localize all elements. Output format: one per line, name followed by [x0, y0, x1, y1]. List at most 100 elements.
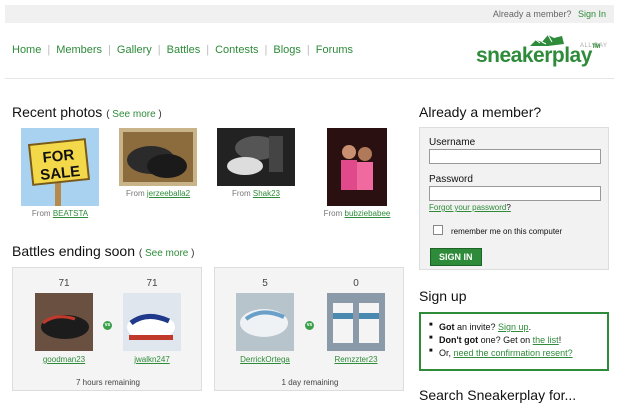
nav-separator: | — [264, 44, 268, 56]
battle-contender-b: 0 Remzzter23 — [319, 278, 393, 364]
recent-photos-heading: Recent photos ( See more ) — [12, 104, 162, 120]
battle-user-link[interactable]: jwalkn247 — [134, 355, 170, 364]
logo-tm: TM — [591, 44, 600, 50]
signup-text: one? Get on — [478, 335, 533, 345]
battles-see-more-link[interactable]: See more — [145, 248, 188, 259]
join-list-link[interactable]: the list — [533, 335, 559, 345]
main-nav: Home | Members | Gallery | Battles | Contest… — [12, 44, 353, 56]
top-bar: Already a member? Sign In — [5, 5, 614, 23]
photo-thumbnail[interactable]: FOR SALE — [21, 128, 99, 206]
login-heading: Already a member? — [419, 104, 542, 120]
photo-thumbnail[interactable] — [327, 128, 387, 206]
photo-user-link[interactable]: jerzeeballa2 — [147, 189, 190, 198]
nav-contests[interactable]: Contests — [215, 44, 258, 56]
recent-see-more-link[interactable]: See more — [112, 109, 155, 120]
photo-thumbnail[interactable] — [217, 128, 295, 186]
signup-line-resend: Or, need the confirmation resent? — [429, 348, 607, 358]
header-divider — [5, 78, 614, 79]
from-label: From — [323, 209, 343, 218]
vote-count: 0 — [353, 278, 359, 289]
vs-icon: vs — [103, 321, 112, 330]
username-input[interactable] — [429, 149, 601, 164]
photo-credit: From jerzeeballa2 — [117, 189, 199, 198]
battle-user-link[interactable]: DerrickOrtega — [240, 355, 290, 364]
signup-end: . — [528, 322, 532, 332]
forgot-qmark: ? — [506, 203, 511, 212]
password-input[interactable] — [429, 186, 601, 201]
photo-thumbnail[interactable] — [119, 128, 197, 186]
battle-user-link[interactable]: Remzzter23 — [334, 355, 377, 364]
from-label: From — [125, 189, 145, 198]
battle-contender-a: 5 DerrickOrtega — [229, 278, 301, 364]
nav-battles[interactable]: Battles — [167, 44, 201, 56]
nav-gallery[interactable]: Gallery — [117, 44, 152, 56]
signup-bold: Don't got — [439, 335, 479, 345]
battle-time-remaining: 7 hours remaining — [75, 378, 141, 387]
battle-contender-a: 71 goodman23 — [33, 278, 95, 364]
battle-user-link[interactable]: goodman23 — [43, 355, 85, 364]
photo-credit: From Shak23 — [216, 189, 296, 198]
sneakerplay-logo[interactable]: ALL DAY sneakerplayTM — [476, 32, 611, 72]
signup-box: Got an invite? Sign up. Don't got one? G… — [419, 312, 609, 371]
battle-card[interactable]: 5 DerrickOrtega vs 0 Remzzter23 1 day re… — [214, 267, 404, 391]
signup-bold: Got — [439, 322, 455, 332]
nav-separator: | — [306, 44, 310, 56]
sign-in-button[interactable]: SIGN IN — [430, 248, 482, 266]
forgot-password-wrap: Forgot your password? — [429, 203, 511, 212]
remember-checkbox[interactable] — [433, 225, 443, 235]
top-signin-link[interactable]: Sign In — [578, 9, 606, 19]
signup-line-list: Don't got one? Get on the list! — [429, 335, 607, 345]
photo-user-link[interactable]: bubziebabee — [345, 209, 391, 218]
battle-card[interactable]: 71 goodman23 vs 71 jwalkn247 7 hours rem… — [12, 267, 202, 391]
signup-link[interactable]: Sign up — [498, 322, 529, 332]
photo-card: From Shak23 — [216, 128, 296, 198]
recent-photos-title: Recent photos — [12, 104, 103, 120]
already-member-text: Already a member? — [492, 9, 572, 19]
signup-text: an invite? — [454, 322, 499, 332]
forgot-password-link[interactable]: Forgot your password — [429, 203, 506, 212]
logo-word: sneakerplay — [476, 44, 592, 67]
from-label: From — [31, 209, 51, 218]
photo-user-link[interactable]: BEATSTA — [53, 209, 88, 218]
nav-forums[interactable]: Forums — [316, 44, 353, 56]
battles-see-more-wrap: ( See more ) — [138, 248, 195, 259]
nav-separator: | — [206, 44, 210, 56]
nav-home[interactable]: Home — [12, 44, 41, 56]
photo-card: From bubziebabee — [318, 128, 396, 218]
resend-confirmation-link[interactable]: need the confirmation resent? — [454, 348, 573, 358]
search-heading: Search Sneakerplay for... — [419, 387, 577, 403]
from-label: From — [231, 189, 251, 198]
nav-separator: | — [108, 44, 111, 56]
vs-icon: vs — [305, 321, 314, 330]
username-label: Username — [429, 137, 476, 148]
battles-title: Battles ending soon — [12, 243, 135, 259]
battle-photo[interactable] — [327, 293, 385, 351]
vote-count: 5 — [262, 278, 268, 289]
vote-count: 71 — [146, 278, 158, 289]
nav-members[interactable]: Members — [56, 44, 102, 56]
battle-time-remaining: 1 day remaining — [281, 378, 339, 387]
battles-heading: Battles ending soon ( See more ) — [12, 243, 194, 259]
vote-count: 71 — [58, 278, 70, 289]
photo-card: From jerzeeballa2 — [117, 128, 199, 198]
login-form: Username Password Forgot your password? … — [419, 127, 609, 270]
battle-photo[interactable] — [35, 293, 93, 351]
photo-card: FOR SALE From BEATSTA — [20, 128, 100, 218]
photo-user-link[interactable]: Shak23 — [253, 189, 280, 198]
photo-credit: From bubziebabee — [318, 209, 396, 218]
password-label: Password — [429, 174, 473, 185]
signup-end: ! — [558, 335, 562, 345]
nav-separator: | — [47, 44, 51, 56]
logo-wordmark: sneakerplayTM — [476, 44, 600, 68]
nav-separator: | — [157, 44, 161, 56]
battle-photo[interactable] — [123, 293, 181, 351]
battle-contender-b: 71 jwalkn247 — [117, 278, 187, 364]
photo-credit: From BEATSTA — [20, 209, 100, 218]
signup-heading: Sign up — [419, 288, 467, 304]
signup-text: Or, — [439, 348, 454, 358]
battle-photo[interactable] — [236, 293, 294, 351]
remember-label: remember me on this computer — [451, 227, 563, 236]
signup-line-invite: Got an invite? Sign up. — [429, 322, 607, 332]
nav-blogs[interactable]: Blogs — [273, 44, 301, 56]
recent-see-more-wrap: ( See more ) — [106, 109, 162, 120]
